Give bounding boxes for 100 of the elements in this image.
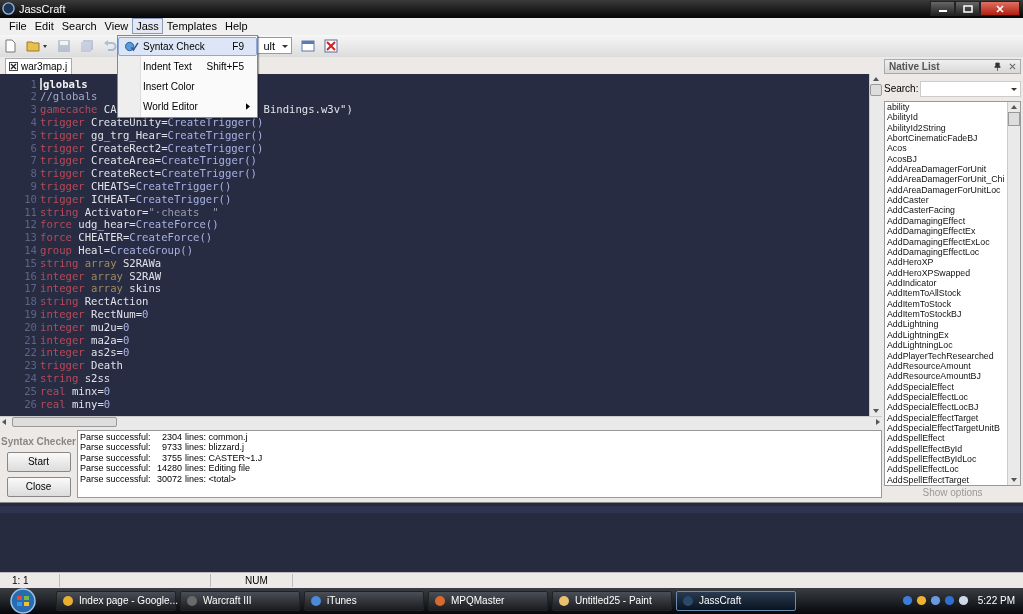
list-item[interactable]: AddSpellEffectById <box>887 443 1007 455</box>
menu-option[interactable]: Insert Color <box>118 77 257 96</box>
parse-status: Parse successful: <box>80 442 152 453</box>
list-item[interactable]: AddResourceAmountBJ <box>887 371 1007 382</box>
list-item[interactable]: AddSpecialEffect <box>887 381 1007 392</box>
list-item[interactable]: AddCasterFacing <box>887 205 1007 216</box>
close-button[interactable] <box>980 1 1020 17</box>
code-token: integer <box>40 346 85 360</box>
menu-item[interactable]: File <box>5 18 31 35</box>
taskbar-button[interactable]: MPQMaster <box>428 591 548 611</box>
list-item[interactable]: AddPlayerTechResearched <box>887 350 1007 361</box>
search-field[interactable] <box>920 80 1021 97</box>
taskbar-button[interactable]: Index page - Google... <box>56 591 176 611</box>
list-item[interactable]: AddItemToAllStock <box>887 288 1007 299</box>
list-item[interactable]: AddSpecialEffectTarget <box>887 412 1007 424</box>
scroll-right-arrow-icon[interactable] <box>874 417 882 428</box>
list-item[interactable]: AddHeroXPSwapped <box>887 267 1007 278</box>
open-folder-icon[interactable] <box>26 38 48 53</box>
list-item[interactable]: AddSpecialEffectLoc <box>887 391 1007 403</box>
line-number: 2 <box>29 90 38 104</box>
menu-item[interactable]: Help <box>221 18 252 35</box>
list-item[interactable]: AddSpellEffectTarget <box>887 474 1007 486</box>
app-icon <box>186 595 198 607</box>
new-file-icon[interactable] <box>3 38 17 53</box>
tray-icon[interactable] <box>915 595 927 607</box>
line-number: 4 <box>29 116 38 129</box>
list-item[interactable]: AddLightningEx <box>887 329 1007 341</box>
menu-item[interactable]: Edit <box>30 18 58 35</box>
list-item[interactable]: AddResourceAmount <box>887 360 1007 372</box>
clock[interactable]: 5:22 PM <box>977 595 1015 607</box>
pin-icon[interactable] <box>994 61 1001 71</box>
list-item[interactable]: AddSpellEffectLoc <box>887 464 1007 475</box>
code-token: CreateTrigger() <box>161 167 257 180</box>
list-item[interactable]: AddLightning <box>887 319 1007 330</box>
window-icon[interactable] <box>301 38 315 53</box>
list-item[interactable]: AddDamagingEffect <box>887 215 1007 227</box>
scroll-left-arrow-icon[interactable] <box>0 417 8 428</box>
taskbar-button[interactable]: Warcraft III <box>180 591 300 611</box>
list-item[interactable]: AddAreaDamagerForUnit_Chi <box>887 174 1007 185</box>
vertical-scrollbar[interactable] <box>1007 101 1020 486</box>
list-item[interactable]: AddSpecialEffectLocBJ <box>887 402 1007 413</box>
list-item[interactable]: AddItemToStock <box>887 298 1007 310</box>
code-token: integer <box>40 307 85 321</box>
file-tab[interactable]: war3map.j <box>5 57 73 74</box>
menu-item[interactable]: Search <box>57 18 101 35</box>
scrollbar-thumb[interactable] <box>870 83 882 96</box>
menu-item[interactable]: View <box>100 18 133 35</box>
code-token: gg_trg_Hear= <box>91 128 168 142</box>
line-count: 14280 <box>156 463 182 474</box>
list-item[interactable]: Acos <box>887 143 1007 154</box>
app-icon <box>2 2 15 16</box>
list-item[interactable]: AbilityId <box>887 112 1007 123</box>
menu-option[interactable]: Syntax Check F9 <box>118 37 257 56</box>
list-item[interactable]: AddItemToStockBJ <box>887 309 1007 320</box>
code-token: real <box>40 384 66 398</box>
list-item[interactable]: AddDamagingEffectExLoc <box>887 236 1007 247</box>
maximize-button[interactable] <box>955 1 980 17</box>
tray-icon[interactable] <box>957 595 969 607</box>
taskbar-button[interactable]: JassCraft <box>676 591 796 611</box>
vertical-scrollbar[interactable] <box>869 73 882 416</box>
list-item[interactable]: AddHeroXP <box>887 257 1007 268</box>
menu-item[interactable]: Jass <box>132 18 163 35</box>
line-number: 21 <box>23 333 38 347</box>
line-number: 26 <box>23 397 38 411</box>
close-document-icon[interactable] <box>324 38 338 53</box>
list-item[interactable]: AddCaster <box>887 195 1007 206</box>
list-item[interactable]: AddSpellEffect <box>887 433 1007 444</box>
list-item[interactable]: AbilityId2String <box>887 122 1007 133</box>
list-item[interactable]: AddAreaDamagerForUnitLoc <box>887 184 1007 196</box>
code-token: globals <box>43 77 88 91</box>
code-token: ICHEAT= <box>91 192 136 206</box>
panel-button[interactable]: Close <box>6 476 71 497</box>
code-token: trigger <box>40 192 85 206</box>
taskbar-button[interactable]: iTunes <box>304 591 424 611</box>
tray-icon[interactable] <box>929 595 941 607</box>
scrollbar-thumb[interactable] <box>12 417 117 428</box>
menu-item[interactable]: Templates <box>162 18 221 35</box>
search-label: Search: <box>884 83 919 95</box>
taskbar-button[interactable]: Untitled25 - Paint <box>552 591 672 611</box>
line-number: 10 <box>23 192 38 206</box>
list-item[interactable]: AddLightningLoc <box>887 340 1007 351</box>
list-item[interactable]: AddSpellEffectByIdLoc <box>887 454 1007 465</box>
list-item[interactable]: AcosBJ <box>887 153 1007 165</box>
code-token: trigger <box>40 359 85 372</box>
scrollbar-thumb[interactable] <box>1008 111 1020 126</box>
panel-button[interactable]: Start <box>6 451 71 472</box>
list-item[interactable]: AddDamagingEffectEx <box>887 226 1007 237</box>
list-item[interactable]: AddAreaDamagerForUnit <box>887 164 1007 175</box>
list-item[interactable]: AddSpecialEffectTargetUnitB <box>887 423 1007 434</box>
close-icon[interactable] <box>9 61 18 71</box>
line-number: 19 <box>23 307 38 321</box>
list-item[interactable]: AddDamagingEffectLoc <box>887 246 1007 258</box>
code-token: CreateTrigger() <box>167 141 264 155</box>
code-editor[interactable] <box>0 73 869 416</box>
list-item[interactable]: AbortCinematicFadeBJ <box>887 132 1007 144</box>
menu-option[interactable]: Indent Text Shift+F5 <box>118 57 257 76</box>
list-item[interactable]: AddIndicator <box>887 278 1007 289</box>
minimize-button[interactable] <box>930 1 955 17</box>
list-item[interactable]: ability <box>887 101 1007 113</box>
menu-option[interactable]: World Editor <box>118 97 257 116</box>
